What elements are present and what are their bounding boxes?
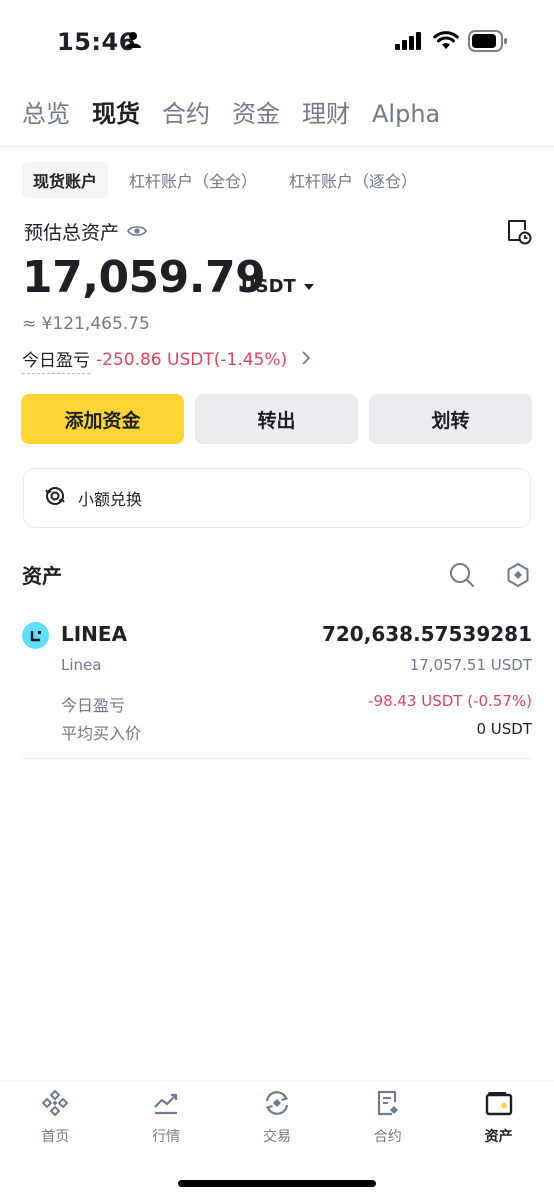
row-divider [22,758,532,759]
withdraw-button[interactable]: 转出 [195,394,358,444]
transfer-button[interactable]: 划转 [369,394,532,444]
battery-icon [468,30,508,56]
chevron-right-icon [301,350,311,371]
total-balance-value: 17,059.79 [22,252,266,303]
tab-overview[interactable]: 总览 [22,96,70,136]
sub-tab-spot-account[interactable]: 现货账户 [22,162,109,198]
assets-section-title: 资产 [22,564,62,588]
tab-spot[interactable]: 现货 [92,96,140,136]
wifi-icon [433,30,459,54]
sub-tab-isolated-margin[interactable]: 杠杆账户（逐仓） [278,162,428,198]
nav-markets[interactable]: 行情 [111,1086,222,1166]
tab-alpha[interactable]: Alpha [372,96,440,136]
fiat-equivalent: ≈ ¥121,465.75 [22,314,150,334]
futures-icon [374,1086,402,1120]
nav-trade[interactable]: 交易 [222,1086,333,1166]
small-convert-button[interactable]: 小额兑换 [23,468,531,528]
estimated-balance-text: 预估总资产 [24,222,120,244]
search-icon[interactable] [449,562,475,592]
hide-small-assets-icon[interactable] [506,562,530,592]
convert-icon [44,485,66,511]
wallet-icon [484,1086,514,1120]
linea-logo-icon [22,622,49,649]
coin-pnl-value: -98.43 USDT (-0.57%) [368,692,532,710]
caret-down-icon [303,283,314,290]
coin-name: Linea [61,656,102,674]
add-funds-button[interactable]: 添加资金 [21,394,184,444]
coin-pnl-label: 今日盈亏 [61,696,126,715]
coin-symbol: LINEA [61,622,128,646]
binance-logo-icon [41,1086,69,1120]
today-pnl-label: 今日盈亏 [22,346,90,374]
tab-earn[interactable]: 理财 [302,96,350,136]
today-pnl-row[interactable]: 今日盈亏 -250.86 USDT(-1.45%) [22,346,311,374]
tab-funding[interactable]: 资金 [232,96,280,136]
status-bar: 15:46 [0,0,554,84]
balance-unit-label: USDT [241,276,296,297]
today-pnl-value: -250.86 USDT(-1.45%) [96,350,288,370]
chart-icon [152,1086,180,1120]
trade-icon [262,1086,292,1120]
home-indicator [178,1180,376,1187]
estimated-balance-label: 预估总资产 [24,218,147,245]
bottom-nav-divider [0,1080,554,1081]
nav-home-label: 首页 [41,1129,70,1145]
account-type-tabs: 总览 现货 合约 资金 理财 Alpha [22,96,462,136]
nav-home[interactable]: 首页 [0,1086,111,1166]
coin-avg-price-label: 平均买入价 [61,724,142,743]
eye-icon[interactable] [127,221,147,243]
tabs-divider [0,146,554,147]
person-icon [124,31,142,53]
nav-assets-label: 资产 [484,1129,513,1145]
nav-assets[interactable]: 资产 [443,1086,554,1166]
asset-row-linea[interactable]: LINEA Linea 720,638.57539281 17,057.51 U… [0,610,554,760]
coin-usd-value: 17,057.51 USDT [409,656,532,674]
signal-icon [395,32,423,54]
small-convert-label: 小额兑换 [78,490,143,509]
history-icon[interactable] [506,218,532,250]
nav-trade-label: 交易 [262,1129,291,1145]
coin-amount: 720,638.57539281 [321,622,532,646]
balance-unit-selector[interactable]: USDT [241,276,314,297]
nav-futures[interactable]: 合约 [332,1086,443,1166]
spot-sub-tabs: 现货账户 杠杆账户（全仓） 杠杆账户（逐仓） [22,162,438,198]
nav-markets-label: 行情 [152,1129,181,1145]
bottom-navigation: 首页 行情 交易 合约 资产 [0,1086,554,1166]
coin-avg-price-value: 0 USDT [476,720,532,738]
nav-futures-label: 合约 [373,1129,402,1145]
sub-tab-cross-margin[interactable]: 杠杆账户（全仓） [118,162,268,198]
tab-futures[interactable]: 合约 [162,96,210,136]
